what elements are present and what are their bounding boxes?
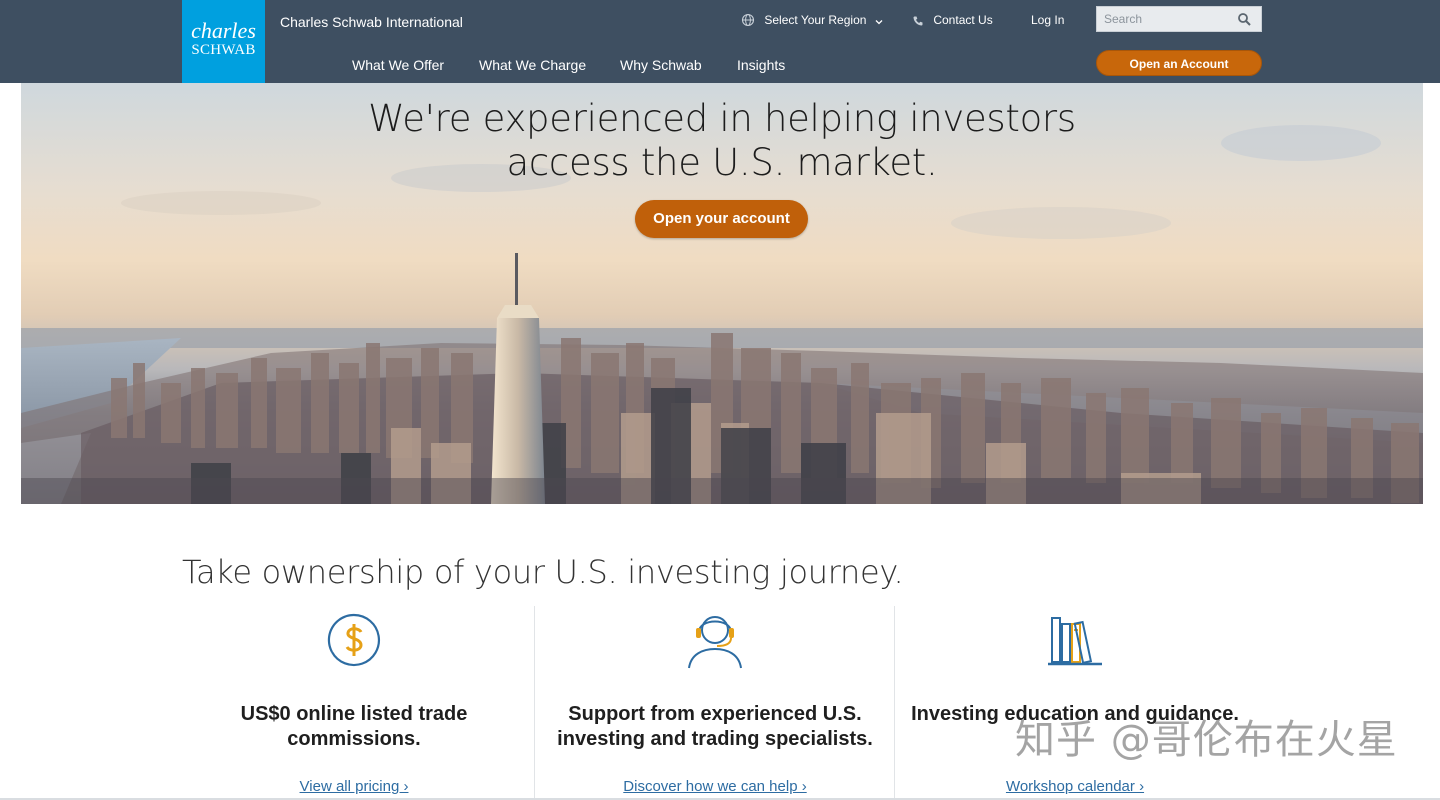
view-all-pricing-link[interactable]: View all pricing › bbox=[174, 778, 534, 796]
site-header: charles SCHWAB Charles Schwab Internatio… bbox=[0, 0, 1440, 83]
search-input[interactable] bbox=[1097, 7, 1232, 31]
workshop-calendar-link[interactable]: Workshop calendar › bbox=[895, 778, 1255, 796]
nav-why-schwab[interactable]: Why Schwab bbox=[620, 57, 702, 73]
select-region-dropdown[interactable]: Select Your Region bbox=[741, 12, 884, 28]
feature-support: Support from experienced U.S. investing … bbox=[534, 606, 894, 800]
schwab-logo[interactable]: charles SCHWAB bbox=[182, 0, 265, 83]
contact-label: Contact Us bbox=[933, 13, 993, 27]
search-icon[interactable] bbox=[1237, 12, 1252, 27]
open-your-account-button[interactable]: Open your account bbox=[635, 200, 808, 238]
feature-education: Investing education and guidance. Worksh… bbox=[894, 606, 1254, 800]
headset-icon bbox=[688, 616, 742, 669]
search-box bbox=[1096, 6, 1262, 32]
region-label: Select Your Region bbox=[764, 13, 867, 27]
phone-icon bbox=[913, 16, 923, 26]
books-icon bbox=[1048, 617, 1102, 666]
watermark-text: 知乎 @哥伦布在火星 bbox=[1015, 717, 1398, 763]
logo-text-charles: charles bbox=[191, 18, 256, 43]
logo-text-schwab: SCHWAB bbox=[191, 42, 256, 58]
site-name[interactable]: Charles Schwab International bbox=[280, 14, 463, 30]
nav-what-we-charge[interactable]: What We Charge bbox=[479, 57, 586, 73]
feature-heading: US$0 online listed trade commissions. bbox=[240, 703, 468, 750]
hero-title: We're experienced in helping investors a… bbox=[21, 97, 1423, 185]
section-heading: Take ownership of your U.S. investing jo… bbox=[182, 553, 904, 591]
hero-banner: We're experienced in helping investors a… bbox=[21, 83, 1423, 504]
chevron-down-icon bbox=[875, 20, 883, 25]
discover-help-link[interactable]: Discover how we can help › bbox=[535, 778, 895, 796]
globe-icon bbox=[741, 13, 755, 27]
open-an-account-button[interactable]: Open an Account bbox=[1096, 50, 1262, 76]
nav-what-we-offer[interactable]: What We Offer bbox=[352, 57, 444, 73]
hero-title-line2: access the U.S. market. bbox=[506, 141, 938, 184]
feature-heading: Support from experienced U.S. investing … bbox=[557, 703, 873, 750]
feature-pricing: US$0 online listed trade commissions. Vi… bbox=[174, 606, 534, 800]
dollar-icon bbox=[327, 613, 380, 667]
hero-title-line1: We're experienced in helping investors bbox=[368, 97, 1076, 140]
contact-us-link[interactable]: Contact Us bbox=[912, 12, 993, 28]
nav-insights[interactable]: Insights bbox=[737, 57, 785, 73]
login-link[interactable]: Log In bbox=[1031, 12, 1064, 28]
